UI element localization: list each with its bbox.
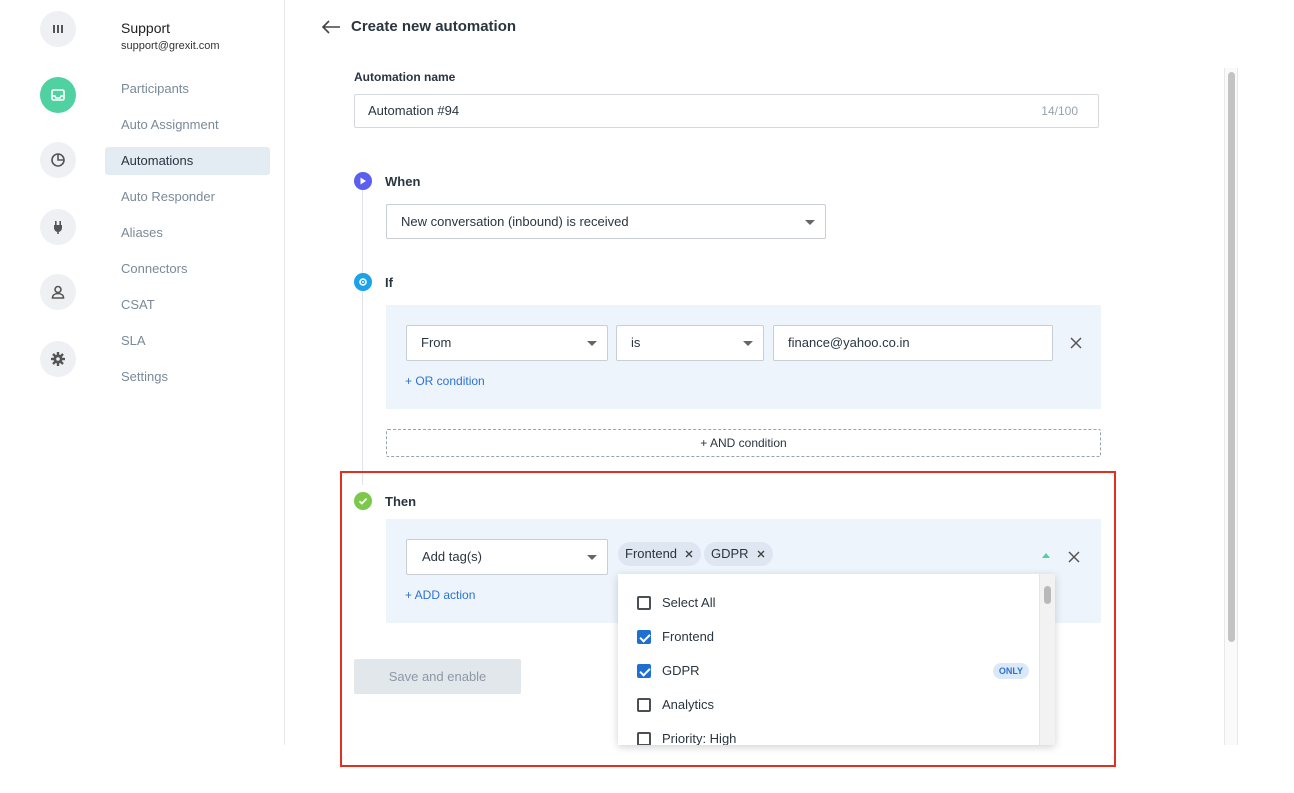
settings-icon [354,273,372,291]
trigger-select[interactable]: New conversation (inbound) is received [386,204,826,239]
dropdown-scrollbar[interactable] [1039,574,1055,745]
team-name: Support [121,20,171,36]
option-label: Select All [662,595,716,610]
automation-name-input[interactable]: Automation #94 14/100 [354,94,1099,128]
back-arrow-icon[interactable] [320,18,342,36]
tag-multiselect[interactable]: Frontend GDPR [618,539,1054,575]
chevron-down-icon [587,341,597,346]
condition-value-text: finance@yahoo.co.in [788,335,910,350]
option-label: Priority: High [662,731,737,745]
dropdown-option-frontend[interactable]: Frontend [618,620,1039,654]
when-label: When [385,174,421,189]
checkbox[interactable] [637,732,651,745]
sidebar-item-csat[interactable]: CSAT [105,291,270,319]
tag-chip-label: Frontend [625,546,678,561]
chevron-down-icon [805,219,815,225]
checkbox[interactable] [637,698,651,712]
chevron-down-icon [743,341,753,346]
remove-condition-icon[interactable] [1069,336,1083,350]
sidebar-item-auto-assignment[interactable]: Auto Assignment [105,111,270,139]
main-scroll-thumb[interactable] [1228,72,1235,642]
condition-field-select[interactable]: From [406,325,608,361]
sidebar-item-aliases[interactable]: Aliases [105,219,270,247]
team-email: support@grexit.com [121,40,220,52]
main-content: Create new automation Automation name Au… [286,0,1294,793]
chevron-up-icon[interactable] [1042,553,1050,558]
add-action-button[interactable]: + ADD action [405,588,475,602]
dropdown-option-select-all[interactable]: Select All [618,586,1039,620]
then-label: Then [385,494,417,509]
and-condition-button[interactable]: + AND condition [386,429,1101,457]
automation-name-label: Automation name [354,70,456,84]
condition-operator-value: is [631,335,641,350]
checkbox[interactable] [637,596,651,610]
checkbox[interactable] [637,664,651,678]
option-label: Analytics [662,697,715,712]
tag-dropdown: Select All Frontend GDPR ONLY Analytics … [618,574,1055,745]
dropdown-scroll-thumb[interactable] [1044,586,1051,604]
sidebar-item-automations[interactable]: Automations [105,147,270,175]
condition-group: From is finance@yahoo.co.in + OR conditi… [386,305,1101,409]
remove-action-icon[interactable] [1067,550,1081,564]
gear-icon[interactable] [40,341,76,377]
check-circle-icon [354,492,372,510]
tag-chip-label: GDPR [711,546,749,561]
option-label: Frontend [662,629,715,644]
save-and-enable-button[interactable]: Save and enable [354,659,521,694]
step-timeline [362,190,363,485]
condition-operator-select[interactable]: is [616,325,764,361]
pie-chart-icon[interactable] [40,142,76,178]
bar-chart-icon[interactable] [40,11,76,47]
inbox-icon[interactable] [40,77,76,113]
sidebar-item-connectors[interactable]: Connectors [105,255,270,283]
tag-chip-frontend: Frontend [618,542,702,566]
sidebar-item-sla[interactable]: SLA [105,327,270,355]
dropdown-option-analytics[interactable]: Analytics [618,688,1039,722]
condition-value-input[interactable]: finance@yahoo.co.in [773,325,1053,361]
main-scrollbar[interactable] [1224,68,1238,745]
only-button[interactable]: ONLY [992,663,1029,679]
action-value: Add tag(s) [422,549,482,564]
action-select[interactable]: Add tag(s) [406,539,608,575]
user-icon[interactable] [40,274,76,310]
plug-icon[interactable] [40,209,76,245]
checkbox[interactable] [637,630,651,644]
sidebar-item-auto-responder[interactable]: Auto Responder [105,183,270,211]
option-label: GDPR [662,663,700,678]
automation-name-value: Automation #94 [368,103,460,118]
character-count: 14/100 [1041,104,1078,118]
remove-tag-icon[interactable] [683,548,695,560]
dropdown-option-gdpr[interactable]: GDPR ONLY [618,654,1039,688]
if-label: If [385,275,393,290]
icon-rail [0,0,105,793]
tag-chip-gdpr: GDPR [704,542,773,566]
sidebar-item-participants[interactable]: Participants [105,75,270,103]
dropdown-option-priority-high[interactable]: Priority: High [618,722,1039,745]
page-title: Create new automation [351,18,517,35]
sidebar-item-settings[interactable]: Settings [105,363,270,391]
condition-field-value: From [421,335,452,350]
trigger-value: New conversation (inbound) is received [401,214,629,229]
settings-sidebar: Support support@grexit.com Participants … [105,0,285,745]
or-condition-button[interactable]: + OR condition [405,374,485,388]
remove-tag-icon[interactable] [755,548,767,560]
chevron-down-icon [587,555,597,560]
play-icon [354,172,372,190]
